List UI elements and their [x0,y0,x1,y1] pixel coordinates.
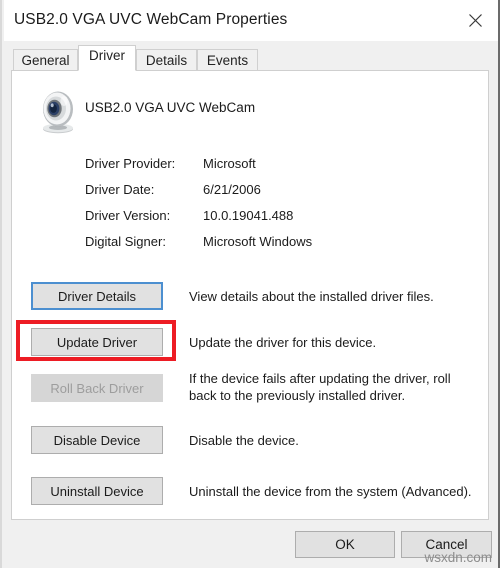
uninstall-device-button[interactable]: Uninstall Device [31,477,163,505]
driver-details-description: View details about the installed driver … [189,289,434,304]
info-label: Digital Signer: [85,234,166,249]
tab-details[interactable]: Details [136,49,197,71]
info-value: Microsoft Windows [203,234,313,249]
ok-button[interactable]: OK [295,531,395,558]
driver-details-button[interactable]: Driver Details [31,282,163,310]
info-value: 10.0.19041.488 [203,208,294,223]
disable-device-button[interactable]: Disable Device [31,426,163,454]
update-driver-button[interactable]: Update Driver [31,328,163,356]
button-label: Driver Details [57,288,136,304]
button-label: OK [335,537,355,552]
tab-label: Events [206,53,249,68]
update-driver-description: Update the driver for this device. [189,335,377,350]
info-value: Microsoft [203,156,256,171]
button-label: Disable Device [53,432,141,448]
info-label: Driver Version: [85,208,171,223]
device-name: USB2.0 VGA UVC WebCam [85,100,256,115]
tab-events[interactable]: Events [197,49,258,71]
webcam-icon [37,89,85,135]
watermark: wsxdn.com [424,550,492,565]
roll-back-driver-button: Roll Back Driver [31,374,163,402]
button-label: Roll Back Driver [50,380,144,396]
properties-dialog: USB2.0 VGA UVC WebCam Properties General… [0,0,500,568]
tab-label: Details [145,53,188,68]
info-value: 6/21/2006 [203,182,261,197]
disable-device-description: Disable the device. [189,433,299,448]
info-label: Driver Date: [85,182,155,197]
window-title: USB2.0 VGA UVC WebCam Properties [14,11,288,28]
driver-tab-panel: USB2.0 VGA UVC WebCam Driver Provider: M… [11,70,489,520]
uninstall-device-description: Uninstall the device from the system (Ad… [189,484,472,499]
info-label: Driver Provider: [85,156,176,171]
tab-strip: General Driver Details Events [4,41,498,71]
close-icon[interactable] [452,0,498,41]
tab-general[interactable]: General [13,49,78,71]
tab-label: General [21,53,70,68]
title-bar: USB2.0 VGA UVC WebCam Properties [4,0,498,41]
tab-label: Driver [89,48,125,63]
button-label: Uninstall Device [50,483,144,499]
roll-back-driver-description: If the device fails after updating the d… [189,371,451,403]
button-label: Update Driver [56,334,138,350]
tab-driver[interactable]: Driver [78,45,136,71]
